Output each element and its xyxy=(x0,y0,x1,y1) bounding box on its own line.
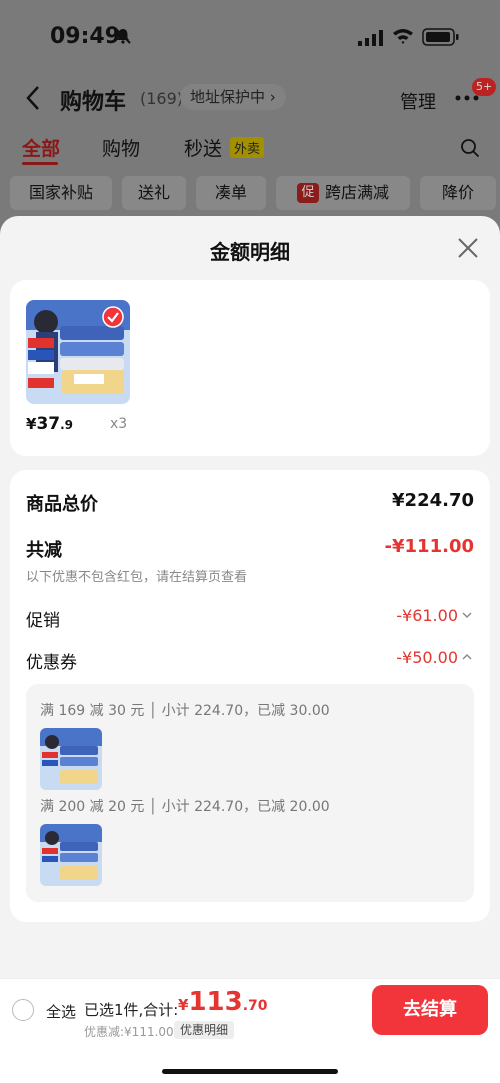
total-amount: ¥113.70 xyxy=(178,987,268,1017)
wifi-icon xyxy=(393,29,413,44)
message-badge: 5+ xyxy=(472,78,497,96)
cell-signal-icon xyxy=(358,30,383,46)
currency-symbol: ¥ xyxy=(26,415,37,433)
page-title: 购物车 xyxy=(60,90,127,115)
currency-symbol: ¥ xyxy=(178,996,189,1014)
tissue-pack-image xyxy=(40,824,102,886)
coupon-rule: 满 200 减 20 元 │ 小计 224.70，已减 20.00 xyxy=(40,799,330,815)
product-quantity: x3 xyxy=(110,416,128,432)
selected-count: 已选1件,合计: xyxy=(84,1001,179,1019)
chip-gift[interactable]: 送礼 xyxy=(122,176,186,210)
chip-cross-store-discount[interactable]: 促跨店满减 xyxy=(276,176,410,210)
discount-detail-button[interactable]: 优惠明细 xyxy=(174,1021,235,1039)
chip-label: 国家补贴 xyxy=(28,183,93,202)
promotion-label: 促销 xyxy=(26,611,60,631)
total-reduction-label: 共减 xyxy=(26,540,62,561)
chevron-down-icon xyxy=(462,612,472,618)
manage-button[interactable]: 管理 xyxy=(400,88,436,114)
chip-label: 凑单 xyxy=(214,183,247,202)
tab-instant-delivery[interactable]: 秒送 xyxy=(184,134,222,161)
home-indicator xyxy=(162,1069,338,1074)
search-icon[interactable] xyxy=(460,138,480,158)
coupon-detail-box: 满 169 减 30 元 │ 小计 224.70，已减 30.00 满 200 … xyxy=(26,684,474,902)
status-time: 09:49 xyxy=(50,24,121,49)
total-integer: 113 xyxy=(188,987,243,1017)
coupon-product-thumbnail xyxy=(40,728,102,790)
more-icon[interactable] xyxy=(454,94,480,102)
cart-nav-bar: 购物车 (169) 地址保护中 › 管理 5+ xyxy=(0,76,500,120)
price-decimal: .9 xyxy=(60,418,74,432)
filter-chips: 国家补贴 送礼 凑单 促跨店满减 降价 xyxy=(0,176,500,212)
coupon-label: 优惠券 xyxy=(26,653,77,673)
coupon-value: -¥50.00 xyxy=(396,648,458,667)
discount-amount: 优惠减:¥111.00 xyxy=(84,1025,174,1039)
coupon-row-toggle[interactable]: -¥50.00 xyxy=(396,648,472,667)
checkout-button[interactable]: 去结算 xyxy=(372,985,488,1035)
checkout-bar: 全选 已选1件,合计: ¥113.70 优惠减:¥111.00 优惠明细 去结算 xyxy=(0,978,500,1083)
tab-all[interactable]: 全部 xyxy=(22,134,60,161)
total-reduction-value: -¥111.00 xyxy=(384,536,474,557)
promotion-row-toggle[interactable]: -¥61.00 xyxy=(396,606,472,625)
chevron-up-icon xyxy=(462,654,472,660)
select-all-radio[interactable] xyxy=(12,999,34,1021)
coupon-rule: 满 169 减 30 元 │ 小计 224.70，已减 30.00 xyxy=(40,703,330,719)
chip-label: 降价 xyxy=(441,183,474,202)
checked-icon xyxy=(102,306,124,328)
chip-national-subsidy[interactable]: 国家补贴 xyxy=(10,176,112,210)
close-icon[interactable] xyxy=(456,236,480,260)
product-card: ¥37.9 x3 xyxy=(10,280,490,456)
active-tab-underline xyxy=(22,162,58,165)
promo-tag: 促 xyxy=(296,183,319,203)
status-bar: 09:49 xyxy=(0,0,500,70)
chip-label: 送礼 xyxy=(137,183,170,202)
select-all-label[interactable]: 全选 xyxy=(46,1001,76,1022)
total-decimal: .70 xyxy=(242,998,268,1014)
discount-hint: 以下优惠不包含红包，请在结算页查看 xyxy=(26,570,248,585)
product-image[interactable] xyxy=(26,300,130,404)
category-tabs: 全部 购物 秒送 外卖 xyxy=(0,134,500,165)
product-price: ¥37.9 xyxy=(26,414,73,434)
amount-detail-sheet: 金额明细 ¥37.9 x3 商品总价 ¥224.70 共减 -¥111.00 以… xyxy=(0,216,500,1083)
chip-combine-order[interactable]: 凑单 xyxy=(196,176,266,210)
sheet-title: 金额明细 xyxy=(210,240,290,264)
price-summary-card: 商品总价 ¥224.70 共减 -¥111.00 以下优惠不包含红包，请在结算页… xyxy=(10,470,490,922)
cart-count: (169) xyxy=(140,89,184,108)
tissue-pack-image xyxy=(40,728,102,790)
takeout-tag: 外卖 xyxy=(230,137,265,158)
promotion-value: -¥61.00 xyxy=(396,606,458,625)
back-arrow-icon[interactable] xyxy=(24,84,44,112)
goods-total-value: ¥224.70 xyxy=(392,490,474,511)
price-integer: 37 xyxy=(36,414,61,434)
coupon-product-thumbnail xyxy=(40,824,102,886)
tab-shopping[interactable]: 购物 xyxy=(102,134,140,161)
goods-total-label: 商品总价 xyxy=(26,494,98,515)
chip-label: 跨店满减 xyxy=(324,183,389,202)
battery-icon xyxy=(422,28,459,46)
chip-price-drop[interactable]: 降价 xyxy=(420,176,496,210)
bell-muted-icon xyxy=(115,28,131,44)
address-protection-pill[interactable]: 地址保护中 › xyxy=(180,84,286,110)
